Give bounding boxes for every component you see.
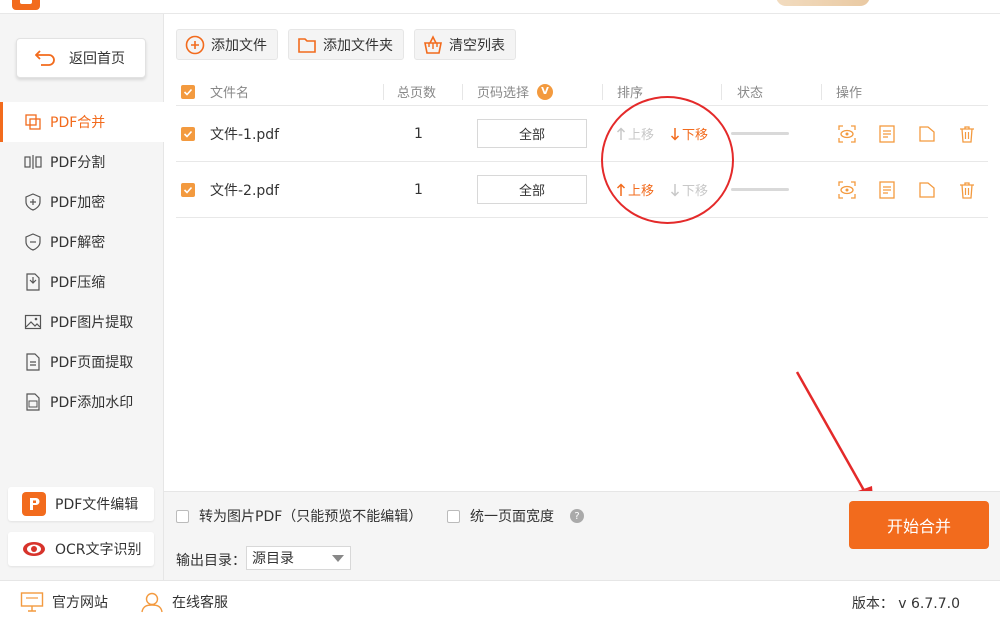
online-support-label: 在线客服 [172, 595, 228, 611]
delete-icon[interactable] [957, 124, 977, 144]
row-checkbox[interactable] [181, 182, 195, 197]
uniform-width-option[interactable]: 统一页面宽度 ? [447, 506, 584, 526]
output-dir-label: 输出目录： [176, 553, 246, 569]
sidebar-item-label: PDF分割 [50, 155, 106, 171]
page-icon [26, 353, 40, 371]
folder-icon [298, 37, 316, 53]
toolbar: 添加文件 添加文件夹 清空列表 [176, 29, 516, 60]
ocr-label: OCR文字识别 [55, 542, 142, 558]
sidebar-nav: PDF合并 PDF分割 PDF加密 PDF解密 PDF压缩 PDF图片提取 PD… [0, 102, 164, 422]
help-icon[interactable]: ? [570, 509, 584, 523]
uniform-width-label: 统一页面宽度 [470, 509, 554, 525]
output-dir-select[interactable]: 源目录 [246, 546, 351, 570]
pdf-edit-button[interactable]: PDF文件编辑 [8, 487, 154, 521]
add-folder-label: 添加文件夹 [323, 37, 393, 54]
merge-icon [25, 114, 41, 130]
basket-icon [424, 34, 442, 54]
header-page-select: 页码选择 V [477, 78, 554, 105]
to-image-pdf-label: 转为图片PDF（只能预览不能编辑） [199, 509, 423, 525]
annotation-circle [601, 96, 734, 224]
ocr-button[interactable]: OCR文字识别 [8, 532, 154, 566]
official-website-label: 官方网站 [52, 595, 108, 611]
page-range-input[interactable]: 全部 [477, 175, 587, 204]
file-info-icon[interactable] [877, 124, 897, 144]
sidebar-item-pdf-split[interactable]: PDF分割 [0, 142, 164, 182]
page-select-info-badge[interactable]: V [537, 83, 554, 100]
sidebar-item-pdf-watermark[interactable]: PDF添加水印 [0, 382, 164, 422]
pdf-edit-icon [22, 492, 46, 516]
to-image-pdf-checkbox[interactable] [176, 509, 189, 523]
page-count: 1 [414, 125, 423, 142]
eye-ocr-icon [22, 537, 46, 561]
sidebar-item-pdf-encrypt[interactable]: PDF加密 [0, 182, 164, 222]
official-website-link[interactable]: 官方网站 [20, 591, 108, 613]
clear-list-label: 清空列表 [449, 37, 505, 54]
sidebar-item-pdf-decrypt[interactable]: PDF解密 [0, 222, 164, 262]
compress-icon [26, 273, 40, 291]
header-status: 状态 [737, 86, 764, 101]
add-file-label: 添加文件 [211, 37, 267, 54]
watermark-icon [26, 393, 40, 411]
online-support-link[interactable]: 在线客服 [140, 591, 228, 613]
output-dir-value: 源目录 [252, 551, 294, 567]
header-page-select-label: 页码选择 [477, 86, 530, 101]
vip-button[interactable] [776, 0, 870, 6]
sidebar-item-pdf-compress[interactable]: PDF压缩 [0, 262, 164, 302]
home-button-label: 返回首页 [69, 51, 125, 67]
table-header: 文件名 总页数 页码选择 V 排序 状态 操作 [176, 78, 988, 106]
header-name: 文件名 [210, 86, 250, 101]
support-person-icon [141, 592, 163, 613]
status-bar: 官方网站 在线客服 版本： v 6.7.7.0 [0, 580, 1000, 620]
sidebar-item-pdf-image-extract[interactable]: PDF图片提取 [0, 302, 164, 342]
open-folder-icon[interactable] [917, 124, 937, 144]
file-name: 文件-2.pdf [210, 182, 280, 199]
page-count: 1 [414, 181, 423, 198]
sidebar-item-label: PDF解密 [50, 235, 106, 251]
version-text: 版本： v 6.7.7.0 [851, 596, 960, 612]
uniform-width-checkbox[interactable] [447, 509, 460, 523]
chevron-down-icon [332, 555, 344, 562]
sidebar-item-label: PDF添加水印 [50, 395, 134, 411]
start-merge-button[interactable]: 开始合并 [849, 501, 989, 549]
file-name: 文件-1.pdf [210, 126, 280, 143]
image-icon [24, 314, 42, 330]
to-image-pdf-option[interactable]: 转为图片PDF（只能预览不能编辑） [176, 506, 422, 526]
split-icon [24, 155, 42, 169]
shield-plus-icon [25, 193, 41, 211]
sidebar-item-pdf-page-extract[interactable]: PDF页面提取 [0, 342, 164, 382]
select-all-checkbox[interactable] [181, 84, 195, 99]
page-range-input[interactable]: 全部 [477, 119, 587, 148]
delete-icon[interactable] [957, 180, 977, 200]
open-folder-icon[interactable] [917, 180, 937, 200]
preview-icon[interactable] [837, 124, 857, 144]
monitor-icon [20, 592, 44, 612]
clear-list-button[interactable]: 清空列表 [414, 29, 516, 60]
header-actions: 操作 [836, 86, 863, 101]
back-arrow-icon [35, 50, 55, 66]
table-row: 文件-1.pdf 1 全部 上移 下移 [176, 106, 988, 162]
file-info-icon[interactable] [877, 180, 897, 200]
shield-minus-icon [25, 233, 41, 251]
sidebar-item-label: PDF页面提取 [50, 355, 134, 371]
preview-icon[interactable] [837, 180, 857, 200]
sidebar-item-label: PDF合并 [50, 115, 106, 131]
file-table: 文件名 总页数 页码选择 V 排序 状态 操作 文件-1.pdf 1 全部 上移 [176, 78, 988, 218]
pdf-edit-label: PDF文件编辑 [55, 497, 139, 513]
sidebar: 返回首页 PDF合并 PDF分割 PDF加密 PDF解密 PDF压缩 PDF图片… [0, 14, 164, 580]
title-bar [0, 0, 1000, 14]
add-folder-button[interactable]: 添加文件夹 [288, 29, 404, 60]
add-file-button[interactable]: 添加文件 [176, 29, 278, 60]
sidebar-item-label: PDF压缩 [50, 275, 106, 291]
table-row: 文件-2.pdf 1 全部 上移 下移 [176, 162, 988, 218]
progress-bar [731, 188, 789, 191]
home-button[interactable]: 返回首页 [16, 38, 146, 78]
sidebar-item-pdf-merge[interactable]: PDF合并 [0, 102, 164, 142]
progress-bar [731, 132, 789, 135]
app-logo-icon [12, 0, 40, 10]
sidebar-item-label: PDF加密 [50, 195, 106, 211]
header-pages: 总页数 [397, 86, 437, 101]
row-checkbox[interactable] [181, 126, 195, 141]
plus-circle-icon [185, 35, 205, 54]
sidebar-item-label: PDF图片提取 [50, 315, 134, 331]
